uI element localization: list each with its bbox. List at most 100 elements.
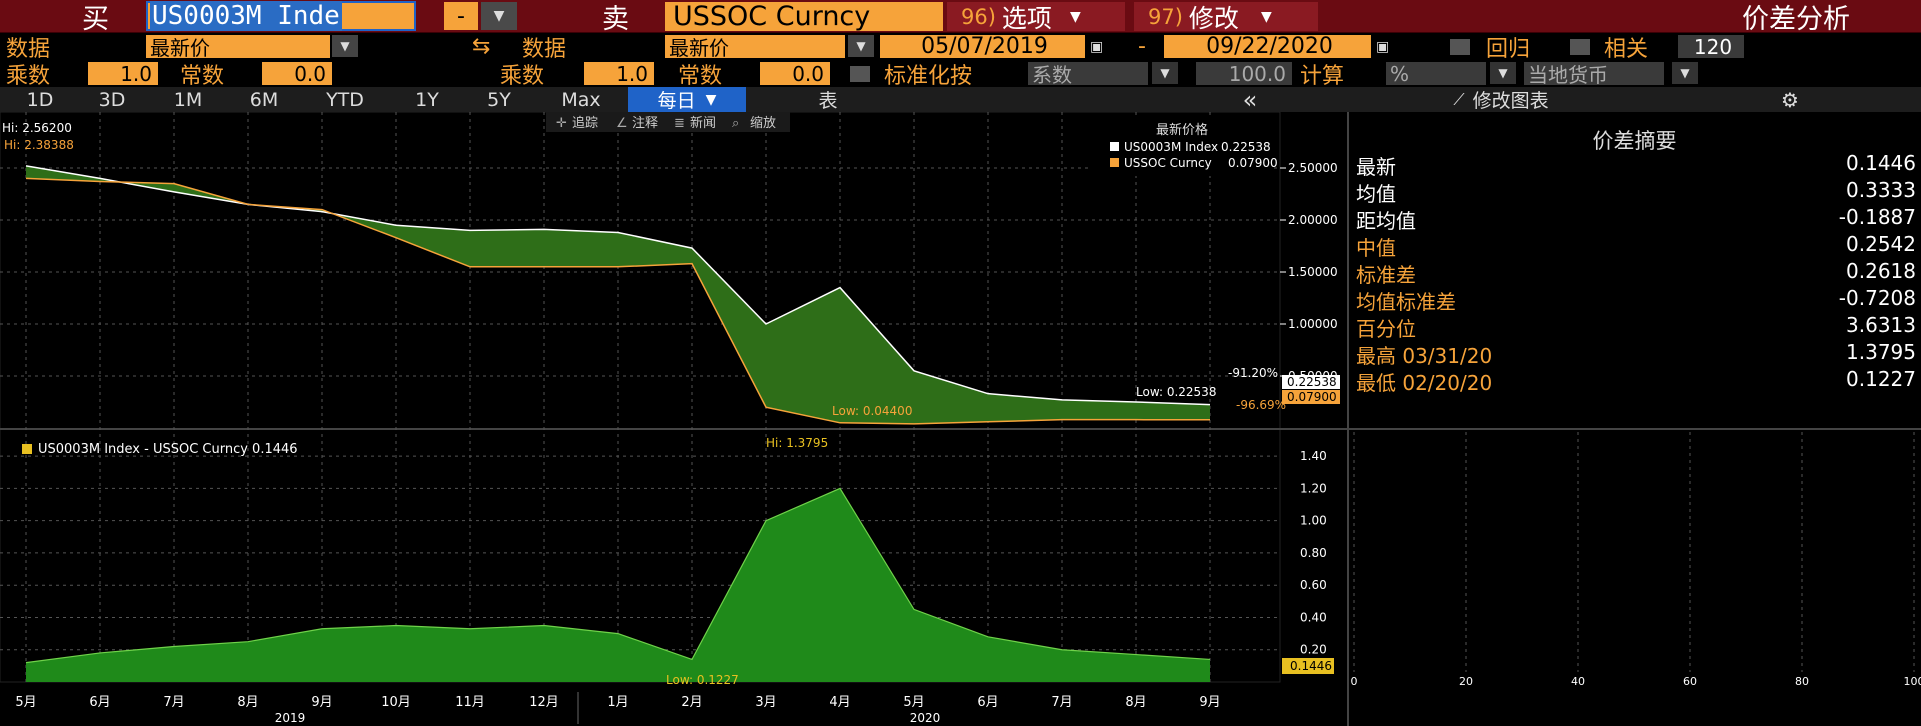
x-tick-label: 4月 — [829, 695, 850, 710]
data1-label: 数据 — [6, 36, 51, 62]
annotate-button[interactable]: 注释 — [632, 116, 658, 131]
zoom-button[interactable]: 缩放 — [750, 115, 776, 131]
calc-dropdown[interactable]: ▼ — [1490, 62, 1516, 84]
spread-summary-panel: 价差摘要 最新 0.1446 均值 0.3333 距均值 -0.1887 中值 0.2542 标… — [1348, 115, 1921, 430]
mult2-input[interactable]: 1.0 — [584, 62, 654, 86]
hi-label-top: Hi: 2.56200 — [2, 121, 72, 135]
modify-button[interactable]: 97) 修改 ▼ — [1134, 2, 1318, 33]
news-button[interactable]: 新闻 — [690, 115, 716, 131]
tab-ytd[interactable]: YTD — [304, 87, 386, 112]
frequency-dropdown[interactable]: 每日 ▼ — [628, 87, 746, 112]
gear-icon[interactable]: ⚙ — [1760, 87, 1820, 112]
chevron-down-icon: ▼ — [705, 91, 717, 108]
sell-label: 卖 — [602, 4, 629, 35]
summary-key: 百分位 — [1356, 317, 1416, 341]
tab-3d[interactable]: 3D — [78, 87, 146, 112]
year-label: 2019 — [275, 711, 306, 725]
pct-label-1: -91.20% — [1228, 366, 1278, 380]
buy-ticker-input[interactable]: US0003M Inde — [146, 1, 416, 31]
hi-label-top2: Hi: 2.38388 — [4, 138, 74, 152]
x-tick-label: 12月 — [529, 695, 559, 710]
tab-5y[interactable]: 5Y — [466, 87, 532, 112]
legend-series-2-value: 0.07900 — [1228, 156, 1278, 170]
track-button[interactable]: 追踪 — [572, 115, 598, 131]
regression-checkbox[interactable] — [1450, 39, 1470, 55]
summary-row: 标准差 0.2618 — [1356, 259, 1916, 287]
x-tick-label: 6月 — [89, 695, 110, 710]
calendar-icon[interactable]: ▣ — [1090, 33, 1103, 60]
operator-select[interactable]: - — [444, 2, 478, 30]
calc-label: 计算 — [1300, 63, 1345, 89]
const1-label: 常数 — [180, 63, 225, 89]
x-tick-label: 5月 — [903, 695, 924, 710]
series-line-us0003m — [25, 165, 1211, 406]
table-button[interactable]: 表 — [750, 87, 906, 112]
tab-1m[interactable]: 1M — [152, 87, 224, 112]
legend-title: 最新价格 — [1156, 122, 1208, 138]
summary-value: 0.3333 — [1846, 178, 1916, 202]
chart-toolbar: ✛ 追踪 ∠ 注释 ≣ 新闻 ⌕ 缩放 — [546, 112, 790, 132]
frequency-value: 每日 — [657, 90, 696, 112]
tab-1d[interactable]: 1D — [6, 87, 74, 112]
normalize-checkbox[interactable] — [850, 66, 870, 82]
options-label: 选项 — [1001, 3, 1052, 33]
summary-value: 0.2618 — [1846, 259, 1916, 283]
last-value-tag-1: 0.22538 — [1287, 375, 1337, 389]
normalize-select[interactable]: 系数 — [1028, 62, 1148, 87]
mult1-input[interactable]: 1.0 — [88, 62, 158, 86]
tab-1y[interactable]: 1Y — [392, 87, 462, 112]
swap-icon[interactable]: ⇆ — [472, 33, 490, 60]
edit-chart-label: 修改图表 — [1472, 90, 1549, 112]
low-label-bottom: Low: 0.1227 — [666, 673, 739, 687]
y-tick-label: 1.20 — [1300, 481, 1327, 495]
data2-select[interactable]: 最新价 — [665, 35, 845, 60]
data2-dropdown[interactable]: ▼ — [848, 35, 874, 57]
const1-input[interactable]: 0.0 — [262, 62, 332, 86]
date-to-input[interactable]: 09/22/2020 — [1164, 34, 1371, 59]
regression-label: 回归 — [1486, 36, 1531, 62]
normalize-number-input[interactable]: 100.0 — [1196, 62, 1292, 86]
summary-row: 均值 0.3333 — [1356, 178, 1916, 206]
sell-ticker-input[interactable]: USSOC Curncy — [665, 1, 943, 32]
summary-row: 最高 03/31/20 1.3795 — [1356, 340, 1916, 368]
correlation-input[interactable]: 120 — [1678, 35, 1744, 59]
zoom-icon[interactable]: ⌕ — [732, 116, 739, 131]
x-tick-label: 40 — [1571, 675, 1585, 688]
legend-series-2: USSOC Curncy — [1124, 156, 1212, 170]
normalize-dropdown[interactable]: ▼ — [1152, 62, 1178, 84]
data1-dropdown[interactable]: ▼ — [332, 35, 358, 57]
currency-dropdown[interactable]: ▼ — [1672, 62, 1698, 84]
chevron-down-icon: ▼ — [1680, 66, 1690, 80]
tab-6m[interactable]: 6M — [228, 87, 300, 112]
operator-dropdown[interactable]: ▼ — [481, 2, 517, 30]
currency-select[interactable]: 当地货币 — [1524, 62, 1664, 87]
const2-input[interactable]: 0.0 — [760, 62, 830, 86]
spread-analysis-title: 价差分析 — [1742, 4, 1850, 35]
x-tick-label: 10月 — [381, 695, 411, 710]
tab-max[interactable]: Max — [538, 87, 624, 112]
buy-ticker-value: US0003M Inde — [150, 1, 342, 31]
options-button[interactable]: 96) 选项 ▼ — [947, 2, 1125, 33]
crosshair-icon[interactable]: ✛ — [556, 116, 567, 131]
pencil-icon[interactable]: ∠ — [616, 116, 628, 131]
summary-key: 均值标准差 — [1356, 290, 1456, 314]
summary-value: 3.6313 — [1846, 313, 1916, 337]
y-tick-label: 1.00 — [1300, 514, 1327, 528]
last-value-tag-2: 0.07900 — [1287, 390, 1337, 404]
x-tick-label: 100 — [1904, 675, 1921, 688]
edit-chart-button[interactable]: ⟋ 修改图表 — [1386, 87, 1616, 113]
year-label: 2020 — [910, 711, 941, 725]
news-icon[interactable]: ≣ — [674, 116, 685, 131]
chevron-down-icon: ▼ — [1260, 8, 1272, 25]
x-tick-label: 8月 — [1125, 695, 1146, 710]
collapse-icon[interactable]: « — [1220, 86, 1280, 114]
summary-row: 百分位 3.6313 — [1356, 313, 1916, 341]
data-settings-row: 数据 最新价 ▼ ⇆ 数据 最新价 ▼ 05/07/2019 ▣ - 09/22… — [0, 33, 1921, 62]
summary-key: 均值 — [1356, 182, 1396, 206]
correlation-checkbox[interactable] — [1570, 39, 1590, 55]
date-from-input[interactable]: 05/07/2019 — [880, 34, 1085, 59]
calc-select[interactable]: % — [1386, 62, 1486, 86]
summary-value: 0.1227 — [1846, 367, 1916, 391]
calendar-icon[interactable]: ▣ — [1376, 33, 1389, 60]
data1-select[interactable]: 最新价 — [146, 35, 330, 60]
